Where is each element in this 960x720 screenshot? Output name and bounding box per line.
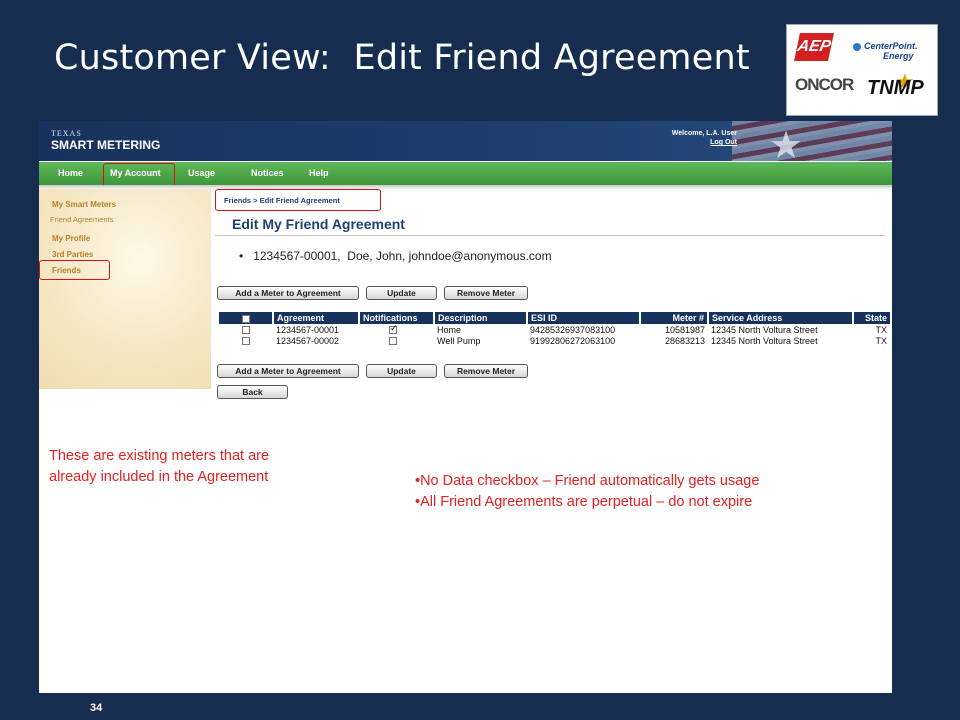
nav-active-highlight xyxy=(103,163,175,187)
centerpoint-dot-icon xyxy=(853,42,861,51)
col-service-address: Service Address xyxy=(708,312,854,324)
col-description: Description xyxy=(434,312,528,324)
notifications-checkbox[interactable] xyxy=(389,323,398,335)
sidebar-item-my-profile[interactable]: My Profile xyxy=(52,234,90,243)
cell-address: 12345 North Voltura Street xyxy=(711,335,818,346)
row-select-checkbox[interactable] xyxy=(242,326,250,335)
cell-esi-id: 91992806272063100 xyxy=(530,335,616,346)
cell-notifications xyxy=(359,335,434,346)
sidebar-item-3rd-parties[interactable]: 3rd Parties xyxy=(52,250,93,259)
add-meter-button-bottom[interactable]: Add a Meter to Agreement xyxy=(217,364,359,378)
nav-notices[interactable]: Notices xyxy=(251,168,284,178)
cell-state: TX xyxy=(875,335,887,346)
remove-meter-button-bottom[interactable]: Remove Meter xyxy=(444,364,528,378)
top-banner: ★ TEXAS SMART METERING Welcome, L.A. Use… xyxy=(39,121,892,167)
existing-meters-note: These are existing meters that are alrea… xyxy=(49,446,311,488)
col-esi-id: ESI ID xyxy=(527,312,641,324)
sidebar-item-my-smart-meters[interactable]: My Smart Meters xyxy=(52,200,116,209)
cell-meter: 10581987 xyxy=(664,324,705,335)
flag-graphic xyxy=(732,121,892,161)
sidebar-active-highlight xyxy=(39,260,110,280)
row-select-cell xyxy=(219,324,273,335)
col-meter: Meter # xyxy=(640,312,709,324)
sidebar: My Smart Meters Friend Agreements My Pro… xyxy=(39,189,211,389)
select-all-checkbox[interactable] xyxy=(241,314,250,323)
cell-esi-id: 94285326937083100 xyxy=(530,324,616,335)
select-all-header xyxy=(219,312,274,324)
cell-address: 12345 North Voltura Street xyxy=(711,324,818,335)
row-select-cell xyxy=(219,335,273,346)
nav-home[interactable]: Home xyxy=(58,168,83,178)
notifications-checkbox[interactable] xyxy=(389,337,397,346)
centerpoint-energy: Energy xyxy=(883,51,914,61)
note-no-data-checkbox: •No Data checkbox – Friend automatically… xyxy=(415,473,760,489)
tnmp-logo: TNMP xyxy=(867,77,924,99)
cell-state: TX xyxy=(875,324,887,335)
partner-logos: AEP CenterPoint. Energy ONCOR ★ TNMP xyxy=(786,24,938,116)
update-button-bottom[interactable]: Update xyxy=(366,364,437,378)
add-meter-button[interactable]: Add a Meter to Agreement xyxy=(217,286,359,300)
welcome-text: Welcome, L.A. User xyxy=(671,130,737,137)
heading-divider xyxy=(215,235,885,236)
table-row: 1234567-00002 Well Pump 9199280627206310… xyxy=(219,335,890,346)
back-button[interactable]: Back xyxy=(217,385,288,399)
meters-table: Agreement Notifications Description ESI … xyxy=(219,312,890,346)
agreement-summary-text: 1234567-00001, Doe, John, johndoe@anonym… xyxy=(253,249,552,263)
oncor-logo: ONCOR xyxy=(795,75,854,94)
brand-texas: TEXAS xyxy=(51,129,82,138)
nav-help[interactable]: Help xyxy=(309,168,329,178)
cell-description: Well Pump xyxy=(437,335,481,346)
agreement-summary: • 1234567-00001, Doe, John, johndoe@anon… xyxy=(239,249,552,263)
cell-description: Home xyxy=(437,324,462,335)
page-title: Edit My Friend Agreement xyxy=(232,216,405,232)
breadcrumb[interactable]: Friends > Edit Friend Agreement xyxy=(224,196,340,205)
row-select-checkbox[interactable] xyxy=(242,337,250,346)
slide-title: Customer View: Edit Friend Agreement xyxy=(54,38,750,78)
sidebar-item-friend-agreements[interactable]: Friend Agreements xyxy=(50,215,113,224)
nav-usage[interactable]: Usage xyxy=(188,168,215,178)
page-number: 34 xyxy=(90,702,103,714)
centerpoint-name: CenterPoint. xyxy=(864,41,918,51)
logout-link[interactable]: Log Out xyxy=(669,139,737,146)
centerpoint-logo: CenterPoint. Energy xyxy=(853,41,918,61)
app-screenshot: ★ TEXAS SMART METERING Welcome, L.A. Use… xyxy=(39,121,892,693)
table-row: 1234567-00001 Home 94285326937083100 105… xyxy=(219,323,890,335)
cell-agreement: 1234567-00001 xyxy=(276,324,340,335)
cell-meter: 28683213 xyxy=(664,335,705,346)
brand-name: SMART METERING xyxy=(51,138,161,152)
table-header-row: Agreement Notifications Description ESI … xyxy=(219,312,890,324)
cell-agreement: 1234567-00002 xyxy=(276,335,340,346)
aep-logo: AEP xyxy=(794,33,834,61)
col-state: State xyxy=(853,312,890,324)
col-agreement: Agreement xyxy=(273,312,360,324)
bullet-icon: • xyxy=(239,249,254,263)
update-button[interactable]: Update xyxy=(366,286,437,300)
note-perpetual-agreements: •All Friend Agreements are perpetual – d… xyxy=(415,494,753,510)
remove-meter-button[interactable]: Remove Meter xyxy=(444,286,528,300)
agreement-notes: •No Data checkbox – Friend automatically… xyxy=(415,471,885,513)
cell-notifications xyxy=(359,323,434,335)
